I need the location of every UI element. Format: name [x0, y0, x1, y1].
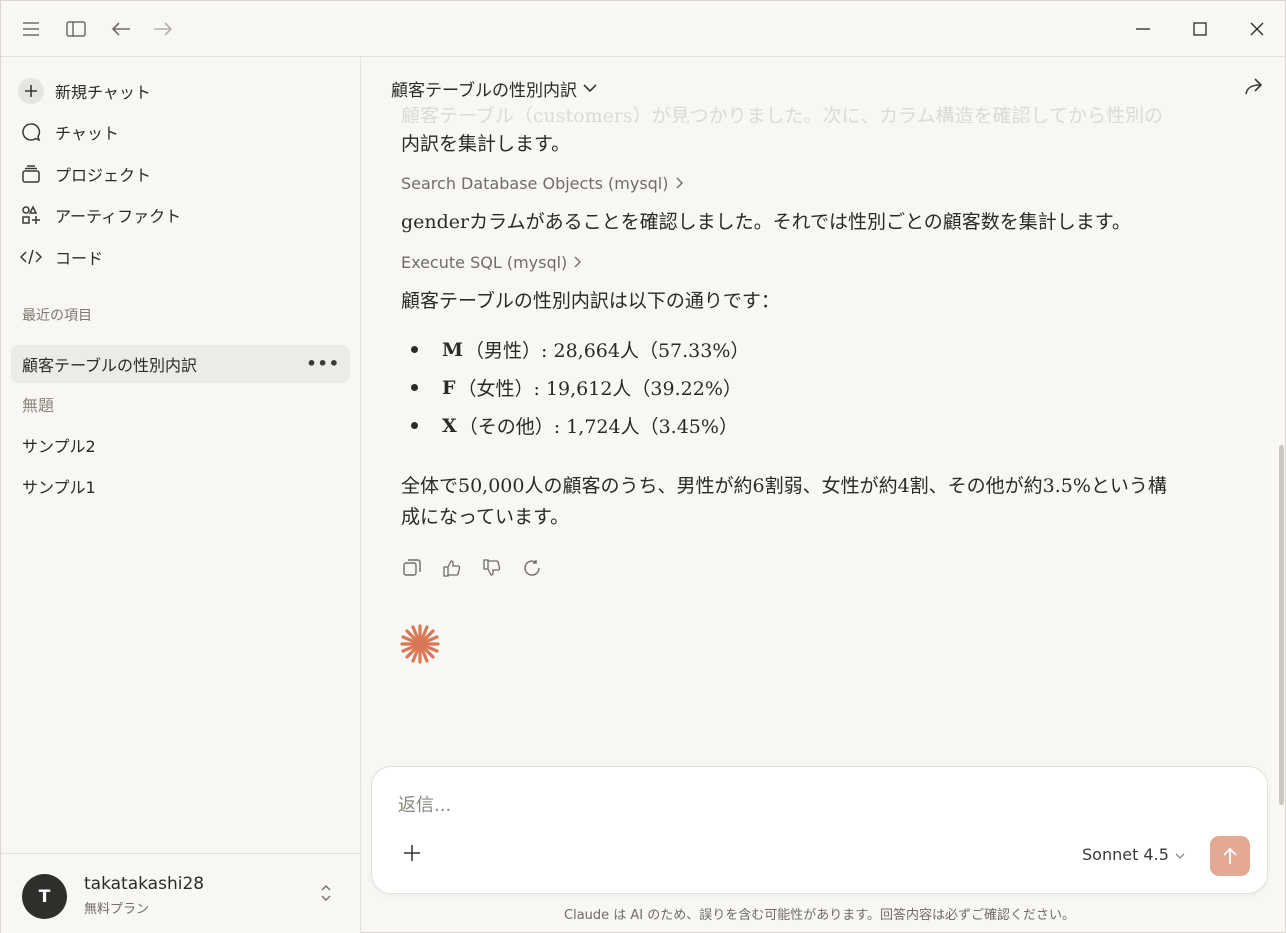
chat-main: 顧客テーブル（customers）が見つかりました。次に、カラム構造を確認してか… — [361, 57, 1286, 933]
recent-item[interactable]: 無題 — [11, 385, 350, 423]
forward-arrow-icon[interactable] — [147, 13, 179, 45]
list-item: M （男性）: 28,664人（57.33%） — [411, 336, 749, 363]
tool-call-label: Search Database Objects (mysql) — [401, 174, 669, 193]
recent-item-label: サンプル2 — [22, 437, 96, 456]
nav-item-projects[interactable]: プロジェクト — [11, 155, 351, 193]
scrollbar[interactable] — [1278, 115, 1286, 815]
more-options-icon[interactable]: ••• — [306, 354, 340, 373]
nav-label: 新規チャット — [55, 83, 151, 102]
artifacts-icon — [13, 205, 49, 225]
chevron-up-down-icon[interactable] — [321, 884, 331, 906]
recent-item-label: 無題 — [22, 396, 55, 415]
chevron-right-icon — [675, 174, 683, 193]
tool-call-label: Execute SQL (mysql) — [401, 253, 568, 272]
summary-line: 成になっています。 — [401, 506, 570, 528]
recent-item-label: サンプル1 — [22, 478, 96, 497]
chevron-right-icon — [573, 253, 582, 272]
code-icon — [13, 249, 49, 265]
chat-bubble-icon — [13, 122, 49, 142]
claude-spark-icon — [399, 623, 441, 669]
model-name: Sonnet 4.5 — [1082, 845, 1169, 864]
minimize-icon[interactable] — [1120, 9, 1166, 49]
bullet-text: （女性）: 19,612人（39.22%） — [457, 378, 742, 400]
thumbs-up-icon[interactable] — [441, 557, 463, 579]
add-attachment-icon[interactable] — [402, 843, 422, 867]
scrollbar-thumb[interactable] — [1279, 445, 1284, 805]
recent-item-label: 顧客テーブルの性別内訳 — [22, 356, 198, 375]
nav-item-artifacts[interactable]: アーティファクト — [11, 196, 351, 234]
chevron-down-icon[interactable] — [583, 78, 597, 97]
message-text: 内訳を集計します。 — [401, 133, 571, 155]
message-text: genderカラムがあることを確認しました。それでは性別ごとの顧客数を集計します… — [401, 211, 1131, 233]
chat-header: 顧客テーブルの性別内訳 — [361, 57, 1286, 115]
recent-section-label: 最近の項目 — [22, 308, 92, 324]
back-arrow-icon[interactable] — [105, 13, 137, 45]
tool-call-search-database[interactable]: Search Database Objects (mysql) — [401, 174, 683, 193]
new-chat-button[interactable]: 新規チャット — [11, 72, 351, 110]
bullet-text: （男性）: 28,664人（57.33%） — [465, 340, 750, 362]
list-item: X （その他）: 1,724人（3.45%） — [411, 412, 738, 439]
plus-icon — [13, 78, 49, 104]
bullet-key: F — [442, 376, 456, 399]
user-name: takatakashi28 — [84, 874, 205, 894]
sidebar: 新規チャット チャット プロジェクト アーティファクト コード 最近の項目 顧客… — [1, 57, 361, 933]
arrow-up-icon — [1223, 847, 1237, 864]
folder-stack-icon — [13, 165, 49, 183]
user-plan: 無料プラン — [84, 902, 150, 917]
chat-title[interactable]: 顧客テーブルの性別内訳 — [391, 76, 577, 101]
avatar: T — [22, 874, 67, 919]
model-selector[interactable]: Sonnet 4.5 — [1082, 845, 1185, 864]
nav-item-code[interactable]: コード — [11, 238, 351, 276]
title-bar — [1, 1, 1285, 57]
message-summary: 全体で50,000人の顧客のうち、男性が約6割弱、女性が約4割、その他が約3.5… — [401, 471, 1231, 533]
sidebar-toggle-icon[interactable] — [60, 13, 92, 45]
tool-call-execute-sql[interactable]: Execute SQL (mysql) — [401, 253, 582, 272]
composer: Sonnet 4.5 — [371, 766, 1268, 894]
menu-icon[interactable] — [15, 13, 47, 45]
list-item: F （女性）: 19,612人（39.22%） — [411, 374, 742, 401]
recent-item[interactable]: サンプル2 — [11, 426, 350, 464]
recent-item-active[interactable]: 顧客テーブルの性別内訳 ••• — [11, 345, 350, 383]
bullet-key: M — [442, 338, 464, 361]
nav-label: プロジェクト — [55, 166, 152, 185]
user-menu[interactable]: T takatakashi28 無料プラン — [1, 853, 360, 933]
thumbs-down-icon[interactable] — [481, 557, 503, 579]
send-button[interactable] — [1210, 836, 1250, 876]
nav-label: アーティファクト — [55, 207, 182, 226]
retry-icon[interactable] — [521, 557, 543, 579]
maximize-icon[interactable] — [1177, 9, 1223, 49]
bullet-key: X — [442, 414, 457, 437]
close-icon[interactable] — [1234, 9, 1280, 49]
nav-item-chats[interactable]: チャット — [11, 113, 351, 151]
message-actions — [401, 557, 543, 579]
share-icon[interactable] — [1244, 77, 1264, 99]
reply-input[interactable] — [398, 795, 1198, 816]
disclaimer: Claude は AI のため、誤りを含む可能性があります。回答内容は必ずご確認… — [564, 908, 1075, 923]
chevron-down-icon — [1175, 845, 1185, 864]
app-window: 新規チャット チャット プロジェクト アーティファクト コード 最近の項目 顧客… — [0, 0, 1286, 933]
nav-label: チャット — [55, 124, 119, 143]
message-text: 顧客テーブルの性別内訳は以下の通りです： — [401, 290, 780, 312]
copy-icon[interactable] — [401, 557, 423, 579]
recent-item[interactable]: サンプル1 — [11, 467, 350, 505]
nav-label: コード — [55, 249, 104, 268]
bullet-text: （その他）: 1,724人（3.45%） — [458, 416, 738, 438]
summary-line: 全体で50,000人の顧客のうち、男性が約6割弱、女性が約4割、その他が約3.5… — [401, 475, 1167, 497]
